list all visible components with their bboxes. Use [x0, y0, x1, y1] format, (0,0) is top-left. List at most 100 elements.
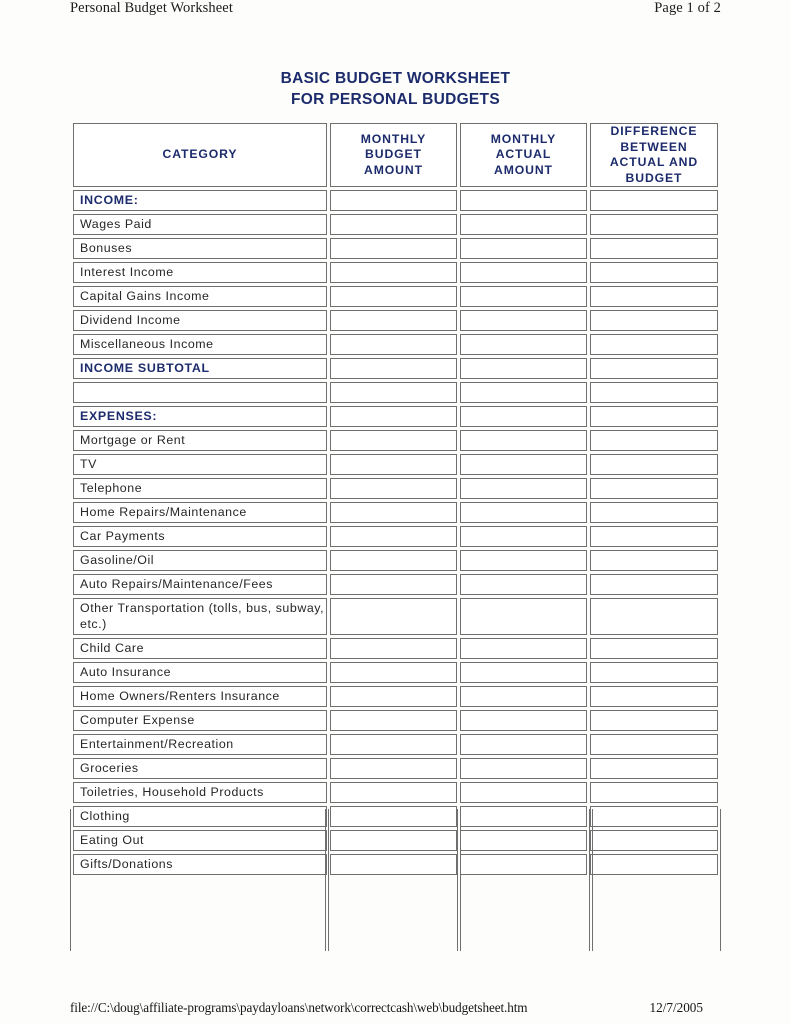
budget-value [331, 663, 456, 682]
cell-difference[interactable] [589, 262, 718, 283]
cell-budget[interactable] [329, 550, 457, 571]
cell-budget[interactable] [329, 574, 457, 595]
cell-difference[interactable] [589, 382, 718, 403]
cell-difference[interactable] [589, 190, 718, 211]
cell-category: Groceries [73, 758, 327, 779]
cell-difference[interactable] [589, 574, 718, 595]
cell-budget[interactable] [329, 710, 457, 731]
cell-actual[interactable] [459, 334, 587, 355]
cell-budget[interactable] [329, 526, 457, 547]
table-row: Telephone [73, 478, 718, 499]
cell-actual[interactable] [459, 406, 587, 427]
cell-actual[interactable] [459, 638, 587, 659]
cell-actual[interactable] [459, 502, 587, 523]
cell-budget[interactable] [329, 214, 457, 235]
cell-difference[interactable] [589, 406, 718, 427]
cell-actual[interactable] [459, 710, 587, 731]
cell-difference[interactable] [589, 782, 718, 803]
cell-difference[interactable] [589, 758, 718, 779]
cell-budget[interactable] [329, 286, 457, 307]
cell-actual[interactable] [459, 478, 587, 499]
cell-actual[interactable] [459, 238, 587, 259]
cell-actual[interactable] [459, 574, 587, 595]
cell-actual[interactable] [459, 550, 587, 571]
cell-actual[interactable] [459, 758, 587, 779]
actual-value [461, 335, 586, 354]
cell-budget[interactable] [329, 190, 457, 211]
cell-budget[interactable] [329, 638, 457, 659]
cell-difference[interactable] [589, 686, 718, 707]
cell-actual[interactable] [459, 734, 587, 755]
cell-difference[interactable] [589, 214, 718, 235]
cell-budget[interactable] [329, 478, 457, 499]
category-label: Wages Paid [80, 217, 152, 231]
table-row: INCOME SUBTOTAL [73, 358, 718, 379]
cell-difference[interactable] [589, 358, 718, 379]
cell-actual[interactable] [459, 782, 587, 803]
budget-value [331, 335, 456, 354]
cell-budget[interactable] [329, 310, 457, 331]
cell-difference[interactable] [589, 710, 718, 731]
cell-actual[interactable] [459, 598, 587, 635]
worksheet-page: Personal Budget Worksheet Page 1 of 2 BA… [0, 0, 791, 1024]
cell-budget[interactable] [329, 662, 457, 683]
open-area-rule-1 [325, 809, 329, 951]
cell-difference[interactable] [589, 638, 718, 659]
category-label: Home Repairs/Maintenance [80, 505, 247, 519]
cell-difference[interactable] [589, 502, 718, 523]
column-header-actual-label: MONTHLY ACTUAL AMOUNT [461, 132, 586, 179]
cell-actual[interactable] [459, 358, 587, 379]
budget-value [331, 359, 456, 378]
difference-value [591, 311, 717, 330]
cell-budget[interactable] [329, 686, 457, 707]
cell-actual[interactable] [459, 686, 587, 707]
table-row: Home Owners/Renters Insurance [73, 686, 718, 707]
budget-value [331, 575, 456, 594]
cell-budget[interactable] [329, 734, 457, 755]
actual-line-3: AMOUNT [494, 162, 553, 177]
cell-category: Bonuses [73, 238, 327, 259]
cell-actual[interactable] [459, 286, 587, 307]
cell-budget[interactable] [329, 782, 457, 803]
cell-difference[interactable] [589, 550, 718, 571]
cell-difference[interactable] [589, 598, 718, 635]
actual-value [461, 687, 586, 706]
cell-difference[interactable] [589, 286, 718, 307]
cell-actual[interactable] [459, 214, 587, 235]
cell-difference[interactable] [589, 662, 718, 683]
cell-difference[interactable] [589, 454, 718, 475]
cell-actual[interactable] [459, 662, 587, 683]
cell-difference[interactable] [589, 526, 718, 547]
cell-difference[interactable] [589, 430, 718, 451]
cell-budget[interactable] [329, 502, 457, 523]
open-area-rule-2 [457, 809, 461, 951]
cell-actual[interactable] [459, 310, 587, 331]
cell-budget[interactable] [329, 358, 457, 379]
category-label: Mortgage or Rent [80, 433, 186, 447]
cell-difference[interactable] [589, 334, 718, 355]
cell-budget[interactable] [329, 758, 457, 779]
cell-budget[interactable] [329, 598, 457, 635]
cell-actual[interactable] [459, 526, 587, 547]
actual-value [461, 607, 586, 626]
cell-budget[interactable] [329, 382, 457, 403]
cell-actual[interactable] [459, 430, 587, 451]
cell-actual[interactable] [459, 262, 587, 283]
cell-difference[interactable] [589, 478, 718, 499]
table-row: Wages Paid [73, 214, 718, 235]
cell-difference[interactable] [589, 310, 718, 331]
cell-actual[interactable] [459, 454, 587, 475]
budget-line-1: MONTHLY [360, 131, 427, 146]
cell-difference[interactable] [589, 238, 718, 259]
cell-budget[interactable] [329, 454, 457, 475]
cell-difference[interactable] [589, 734, 718, 755]
cell-budget[interactable] [329, 262, 457, 283]
cell-budget[interactable] [329, 430, 457, 451]
difference-value [591, 639, 717, 658]
cell-actual[interactable] [459, 190, 587, 211]
cell-budget[interactable] [329, 238, 457, 259]
cell-actual[interactable] [459, 382, 587, 403]
cell-budget[interactable] [329, 334, 457, 355]
difference-value [591, 479, 717, 498]
cell-budget[interactable] [329, 406, 457, 427]
